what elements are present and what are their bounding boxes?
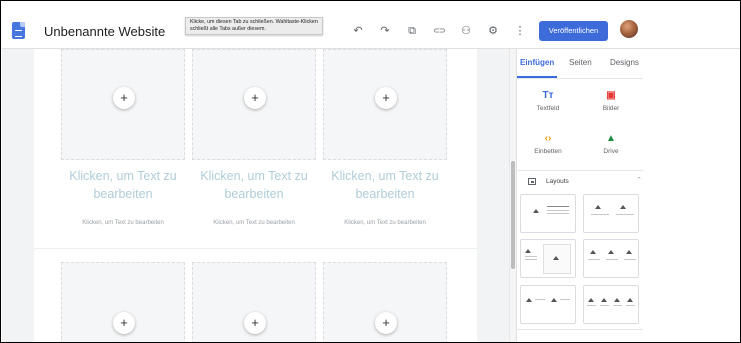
add-image-button[interactable]: + <box>113 312 135 334</box>
add-image-button[interactable]: + <box>375 87 397 109</box>
settings-icon[interactable]: ⚙ <box>485 24 501 38</box>
layout-option[interactable] <box>520 194 576 233</box>
heading-placeholder[interactable]: Klicken, um Text zu bearbeiten <box>192 167 316 203</box>
mini-line <box>600 305 609 306</box>
mini-line <box>547 210 569 211</box>
mini-line <box>547 206 569 207</box>
add-image-button[interactable]: + <box>244 312 266 334</box>
tab-insert[interactable]: Einfügen <box>520 58 554 67</box>
share-icon[interactable]: ⚇ <box>458 24 474 38</box>
layout-option[interactable] <box>583 239 639 278</box>
mini-image-icon <box>553 256 560 260</box>
caption-placeholder[interactable]: Klicken, um Text zu bearbeiten <box>61 220 185 226</box>
site-title[interactable]: Unbenannte Website <box>44 24 165 39</box>
mini-line <box>624 259 636 260</box>
mini-line <box>588 259 600 260</box>
sites-logo-icon[interactable] <box>12 22 25 39</box>
insert-item-label: Textfeld <box>536 105 560 112</box>
mini-line <box>616 214 634 215</box>
section-divider <box>34 248 477 249</box>
layout-option[interactable] <box>583 285 639 324</box>
insert-embed[interactable]: ‹› Einbetten <box>520 132 576 155</box>
browser-window: Unbenannte Website Klicke, um diesen Tab… <box>0 0 741 343</box>
publish-button[interactable]: Veröffentlichen <box>539 21 608 41</box>
mini-image-icon <box>551 298 558 302</box>
insert-item-label: Einbetten <box>534 148 562 155</box>
add-image-button[interactable]: + <box>375 312 397 334</box>
layouts-section-header[interactable]: Layouts ⌃ <box>527 176 642 188</box>
layouts-label: Layouts <box>546 178 569 185</box>
collapse-icon[interactable]: ⌃ <box>636 176 642 184</box>
mini-image-icon <box>626 250 633 254</box>
insert-drive[interactable]: ▲ Drive <box>583 132 639 155</box>
mini-image-icon <box>526 298 533 302</box>
mini-line <box>535 299 545 300</box>
mini-image-icon <box>588 298 595 302</box>
caption-placeholder[interactable]: Klicken, um Text zu bearbeiten <box>192 220 316 226</box>
insert-text-box[interactable]: Tт Textfeld <box>520 89 576 112</box>
section-divider <box>517 170 643 171</box>
mini-image-icon <box>627 298 634 302</box>
layout-option[interactable] <box>520 239 576 278</box>
mini-line <box>560 299 570 300</box>
mini-line <box>525 259 537 260</box>
insert-item-label: Drive <box>603 148 619 155</box>
layout-option[interactable] <box>583 194 639 233</box>
mini-line <box>587 305 596 306</box>
mini-line <box>606 259 618 260</box>
insert-images[interactable]: ▣ Bilder <box>583 89 639 112</box>
undo-icon[interactable]: ↶ <box>350 24 366 38</box>
tab-divider <box>517 78 643 79</box>
mini-image-icon <box>533 209 540 213</box>
layout-option[interactable] <box>520 285 576 324</box>
caption-placeholder[interactable]: Klicken, um Text zu bearbeiten <box>323 220 447 226</box>
section-divider <box>517 329 643 330</box>
add-image-button[interactable]: + <box>244 87 266 109</box>
scrollbar-thumb[interactable] <box>511 161 515 269</box>
embed-icon: ‹› <box>544 133 552 144</box>
mini-line <box>626 305 635 306</box>
mini-line <box>613 305 622 306</box>
avatar[interactable] <box>620 20 638 38</box>
mini-line <box>525 256 537 257</box>
link-icon[interactable]: ⊂⊃ <box>431 24 447 38</box>
insert-item-label: Bilder <box>602 105 620 112</box>
image-icon: ▣ <box>606 90 616 101</box>
tab-themes[interactable]: Designs <box>610 58 639 67</box>
mini-image-icon <box>590 250 597 254</box>
right-panel: Einfügen Seiten Designs Tт Textfeld ▣ Bi… <box>516 49 740 342</box>
mini-image-icon <box>608 250 615 254</box>
tab-pages[interactable]: Seiten <box>569 58 592 67</box>
drive-icon: ▲ <box>606 133 616 144</box>
heading-placeholder[interactable]: Klicken, um Text zu bearbeiten <box>323 167 447 203</box>
mini-line <box>591 214 609 215</box>
preview-icon[interactable]: ⧉ <box>404 24 420 38</box>
mini-line <box>547 213 569 214</box>
top-bar: Unbenannte Website Klicke, um diesen Tab… <box>2 2 740 49</box>
mini-image-icon <box>614 298 621 302</box>
more-icon[interactable]: ⋮ <box>512 24 528 38</box>
heading-placeholder[interactable]: Klicken, um Text zu bearbeiten <box>61 167 185 203</box>
mini-image-icon <box>525 249 532 253</box>
canvas-scrollbar[interactable] <box>509 49 516 342</box>
text-box-icon: Tт <box>542 90 554 101</box>
mini-image-icon <box>601 298 608 302</box>
layouts-icon <box>528 178 536 185</box>
tab-close-tooltip: Klicke, um diesen Tab zu schließen. Wahl… <box>185 17 323 35</box>
mini-image-icon <box>620 205 627 209</box>
add-image-button[interactable]: + <box>113 87 135 109</box>
mini-image-icon <box>595 205 602 209</box>
redo-icon[interactable]: ↷ <box>377 24 393 38</box>
